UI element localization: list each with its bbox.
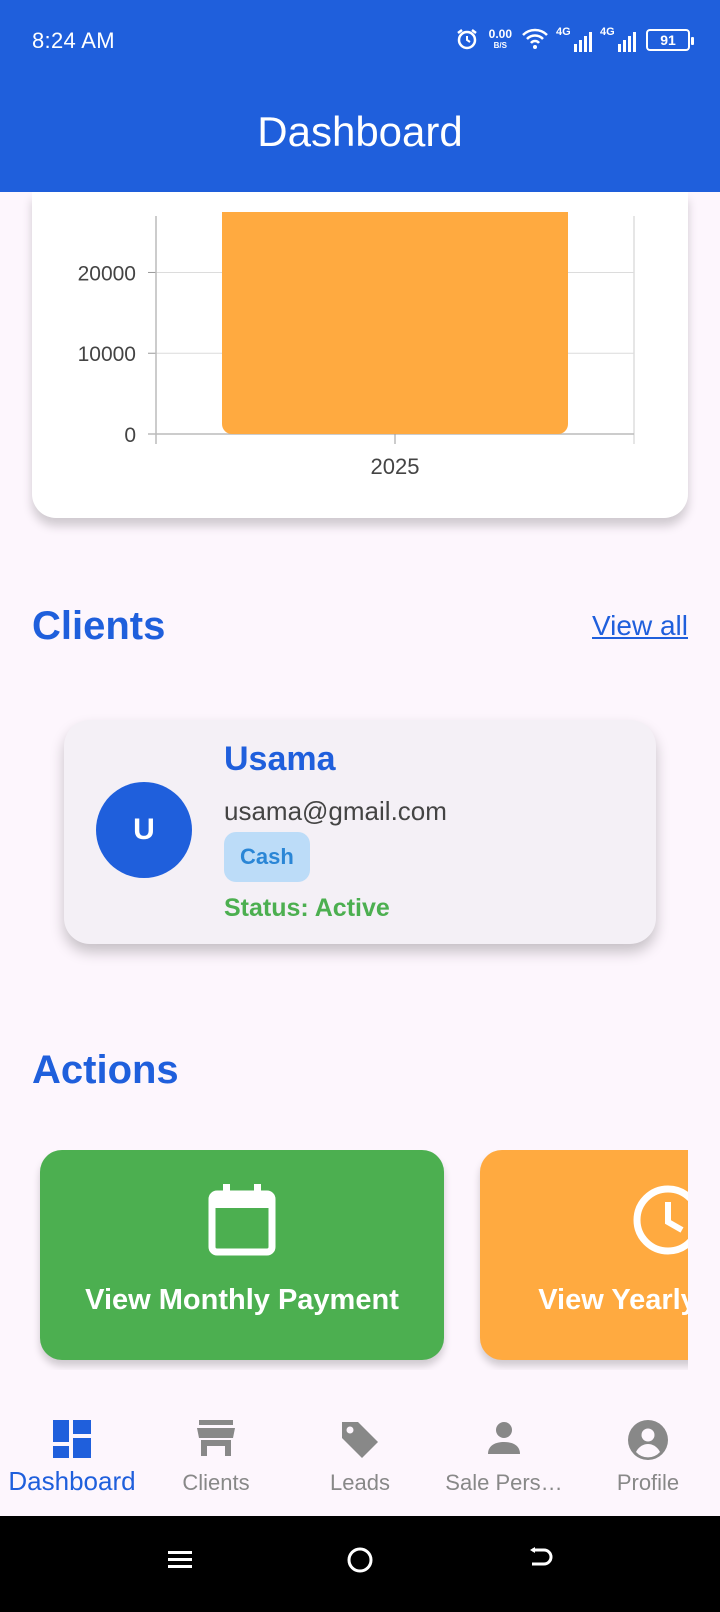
tag-icon [340, 1420, 380, 1465]
signal-icon: 4G [556, 26, 592, 52]
clients-section-title: Clients [32, 604, 166, 648]
nav-item-dashboard[interactable]: Dashboard [0, 1400, 144, 1516]
view-monthly-payment-button[interactable]: View Monthly Payment [40, 1150, 444, 1360]
wifi-icon [522, 28, 548, 53]
account-circle-icon [628, 1420, 668, 1465]
y-tick-label: 0 [124, 424, 136, 447]
actions-section-title: Actions [32, 1048, 179, 1092]
status-icons: 0.00 B/S 4G 4G 91 [455, 24, 694, 56]
payment-type-badge: Cash [224, 832, 310, 882]
recent-apps-icon[interactable] [166, 1546, 194, 1579]
calendar-icon [208, 1184, 276, 1261]
x-tick-label: 2025 [371, 454, 420, 479]
y-tick-label: 20000 [78, 262, 136, 285]
network-speed: 0.00 B/S [488, 27, 512, 50]
signal-icon-2: 4G [600, 26, 636, 52]
clock-icon [632, 1184, 688, 1261]
store-icon [197, 1420, 235, 1461]
bar-2025 [222, 212, 568, 434]
status-time: 8:24 AM [32, 28, 115, 53]
action-label: View Monthly Payment [85, 1284, 399, 1316]
status-badge: Status: Active [224, 894, 390, 922]
view-yearly-payment-button[interactable]: View Yearly Payment [480, 1150, 688, 1360]
nav-item-profile[interactable]: Profile [576, 1400, 720, 1516]
nav-item-clients[interactable]: Clients [144, 1400, 288, 1516]
action-label: View Yearly Payment [538, 1284, 688, 1316]
system-navigation-bar [0, 1516, 720, 1612]
battery-icon: 91 [646, 29, 694, 51]
client-name: Usama [224, 740, 336, 778]
y-tick-label: 10000 [78, 343, 136, 366]
client-email: usama@gmail.com [224, 796, 447, 826]
page-title: Dashboard [257, 108, 463, 155]
nav-item-sale-persons[interactable]: Sale Pers… [432, 1400, 576, 1516]
avatar: U [96, 782, 192, 878]
home-icon[interactable] [346, 1546, 374, 1579]
alarm-icon [455, 27, 479, 54]
revenue-chart-card: 0 10000 20000 2025 [32, 192, 688, 518]
bar-top-2025 [222, 212, 568, 226]
back-icon[interactable] [526, 1546, 554, 1579]
bar-chart: 0 10000 20000 2025 [78, 212, 635, 479]
nav-item-leads[interactable]: Leads [288, 1400, 432, 1516]
dashboard-icon [53, 1420, 91, 1463]
person-icon [486, 1420, 522, 1461]
app-header: 8:24 AM 0.00 B/S 4G 4G 91 Dashboard [0, 0, 720, 192]
bottom-navigation: Dashboard Clients Leads Sale Pers… Profi… [0, 1400, 720, 1516]
client-card[interactable]: U Usama usama@gmail.com Cash Status: Act… [64, 720, 656, 944]
view-all-link[interactable]: View all [592, 610, 688, 642]
actions-carousel[interactable]: View Monthly Payment View Yearly Payment [32, 1150, 688, 1370]
